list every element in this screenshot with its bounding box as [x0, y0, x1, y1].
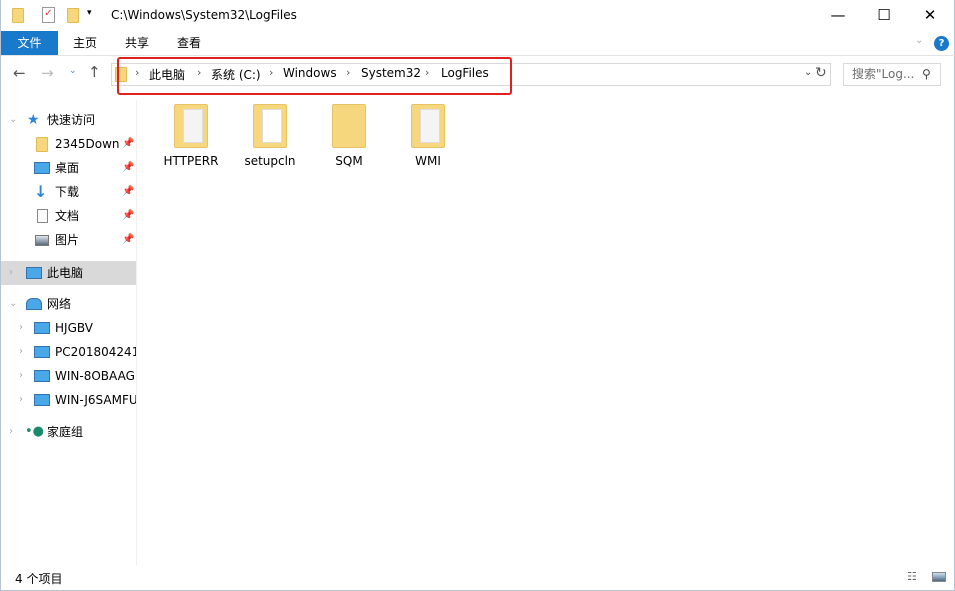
folder-icon: [174, 104, 208, 148]
pictures-icon: [35, 235, 49, 246]
pin-icon: 📌: [122, 234, 135, 245]
pin-icon: 📌: [122, 186, 135, 197]
file-item-httperr[interactable]: HTTPERR: [156, 100, 226, 168]
download-icon: ↓: [34, 182, 48, 201]
nav-homegroup[interactable]: › •● 家庭组: [1, 420, 136, 444]
tab-share[interactable]: 共享: [117, 31, 157, 55]
nav-network[interactable]: ⌄ 网络: [1, 292, 136, 316]
red-highlight-box: [117, 57, 512, 95]
search-input[interactable]: 搜索"Log... ⚲: [843, 63, 941, 86]
folder-icon: [253, 104, 287, 148]
refresh-button[interactable]: ↻: [815, 65, 827, 81]
document-icon: [37, 209, 48, 223]
properties-icon[interactable]: ✓: [42, 7, 55, 23]
details-view-button[interactable]: ☷: [907, 570, 917, 583]
large-icons-view-button[interactable]: [932, 572, 946, 582]
nav-item-pictures[interactable]: 图片 📌: [1, 228, 136, 252]
nav-item-desktop[interactable]: 桌面 📌: [1, 156, 136, 180]
nav-quick-access[interactable]: ⌄ ★ 快速访问: [1, 108, 136, 132]
expand-ribbon-icon[interactable]: ⌄: [915, 35, 923, 46]
search-placeholder: 搜索"Log...: [852, 67, 915, 81]
maximize-button[interactable]: ☐: [861, 0, 907, 31]
back-button[interactable]: ←: [13, 64, 26, 82]
pin-icon: 📌: [122, 210, 135, 221]
folder-icon: [411, 104, 445, 148]
computer-icon: [26, 267, 42, 279]
tab-file[interactable]: 文件: [1, 31, 58, 55]
nav-item-documents[interactable]: 文档 📌: [1, 204, 136, 228]
title-bar: ✓ ▾ C:\Windows\System32\LogFiles — ☐ ✕: [1, 0, 955, 31]
nav-this-pc[interactable]: › 此电脑: [1, 261, 136, 285]
nav-network-computer[interactable]: › WIN-8OBAAG: [1, 364, 136, 388]
folder-icon: [36, 137, 48, 152]
tab-home[interactable]: 主页: [65, 31, 105, 55]
tab-view[interactable]: 查看: [169, 31, 209, 55]
search-icon: ⚲: [922, 67, 931, 81]
help-icon[interactable]: ?: [934, 36, 949, 51]
status-item-count: 4 个项目: [15, 572, 63, 586]
homegroup-icon: •●: [25, 424, 45, 439]
nav-network-computer[interactable]: › HJGBV: [1, 316, 136, 340]
pin-icon: 📌: [122, 162, 135, 173]
ribbon: 文件 主页 共享 查看 ⌄ ?: [1, 31, 955, 56]
file-item-wmi[interactable]: WMI: [393, 100, 463, 168]
desktop-icon: [34, 162, 50, 174]
up-button[interactable]: ↑: [88, 63, 101, 81]
navigation-pane: ⌄ ★ 快速访问 2345Downl 📌 桌面 📌 ↓ 下载 📌 文档 📌 图片 📌 › 此电脑 …: [1, 100, 137, 565]
folder-icon: [332, 104, 366, 148]
pin-icon: 📌: [122, 138, 135, 149]
folder-icon: [12, 8, 24, 23]
file-item-setupcln[interactable]: setupcln: [235, 100, 305, 168]
computer-icon: [34, 322, 50, 334]
file-item-sqm[interactable]: SQM: [314, 100, 384, 168]
nav-network-computer[interactable]: ›PC2018042419: [1, 340, 136, 364]
quick-access-toolbar-dropdown-icon[interactable]: ▾: [87, 8, 92, 18]
forward-button[interactable]: →: [41, 64, 54, 82]
computer-icon: [34, 346, 50, 358]
computer-icon: [34, 394, 50, 406]
minimize-button[interactable]: —: [815, 0, 861, 31]
recent-locations-icon[interactable]: ⌄: [69, 66, 77, 76]
nav-network-computer[interactable]: › WIN-J6SAMFU: [1, 388, 136, 412]
address-dropdown-icon[interactable]: ⌄: [804, 67, 812, 78]
window-title: C:\Windows\System32\LogFiles: [111, 8, 297, 22]
nav-item-2345downloads[interactable]: 2345Downl 📌: [1, 132, 136, 156]
network-icon: [26, 298, 42, 310]
computer-icon: [34, 370, 50, 382]
nav-item-downloads[interactable]: ↓ 下载 📌: [1, 180, 136, 204]
star-icon: ★: [27, 112, 40, 128]
close-button[interactable]: ✕: [907, 0, 953, 31]
new-folder-icon[interactable]: [67, 8, 79, 23]
